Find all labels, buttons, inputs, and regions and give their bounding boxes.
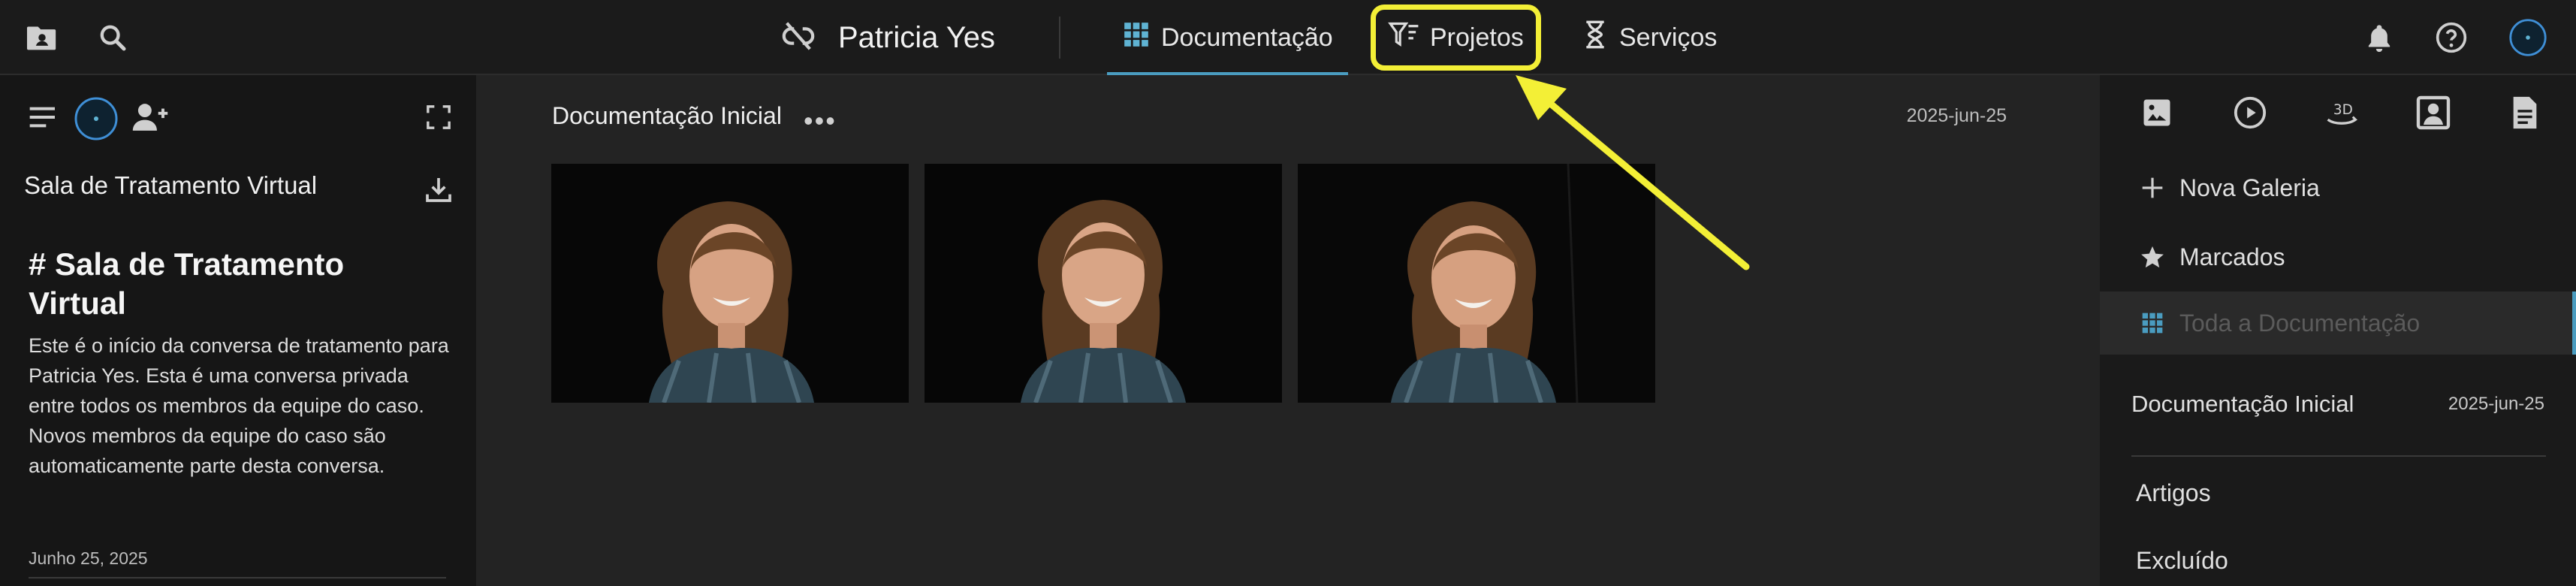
- conversation-intro: Este é o início da conversa de tratament…: [29, 334, 449, 477]
- tab-label: Serviços: [1619, 23, 1718, 52]
- video-icon[interactable]: [2228, 90, 2273, 135]
- date-separator: Junho 25, 2025: [29, 548, 148, 568]
- patient-name: Patricia Yes: [838, 20, 996, 54]
- download-icon[interactable]: [419, 170, 458, 209]
- avatar[interactable]: [2508, 18, 2547, 57]
- gallery-title: Documentação Inicial: [552, 102, 782, 129]
- tab-label: Projetos: [1430, 23, 1524, 52]
- star-icon: [2137, 242, 2167, 272]
- patient-photo-3[interactable]: [1298, 164, 1655, 403]
- tab-documentacao[interactable]: Documentação: [1107, 0, 1348, 75]
- starred-item[interactable]: Marcados: [2100, 225, 2576, 288]
- more-options-icon[interactable]: •••: [804, 105, 837, 137]
- divider: [2131, 455, 2546, 457]
- patient-photo-2[interactable]: [925, 164, 1282, 403]
- room-title: Sala de Tratamento Virtual: [24, 171, 318, 199]
- conversation-heading: # Sala de Tratamento Virtual: [29, 246, 345, 321]
- 3d-icon[interactable]: 3D: [2319, 90, 2364, 135]
- media-type-toolbar: 3D: [2100, 90, 2576, 138]
- patient-folder-icon[interactable]: [23, 18, 62, 57]
- gallery-main: Documentação Inicial ••• 2025-jun-25: [476, 75, 2100, 586]
- add-member-icon[interactable]: [129, 96, 171, 138]
- new-gallery-label: Nova Galeria: [2179, 174, 2320, 201]
- header-divider: [1059, 17, 1060, 59]
- help-icon[interactable]: [2432, 18, 2471, 57]
- search-icon[interactable]: [93, 18, 132, 57]
- document-icon[interactable]: [2502, 90, 2547, 135]
- deleted-link[interactable]: Excluído: [2136, 547, 2228, 575]
- filter-tooth-icon: [1388, 20, 1419, 56]
- portrait-icon[interactable]: [2411, 90, 2456, 135]
- grid-icon: [1122, 20, 1151, 56]
- menu-icon[interactable]: [23, 96, 65, 138]
- image-icon[interactable]: [2134, 90, 2179, 135]
- grid-icon: [2137, 308, 2167, 338]
- starred-label: Marcados: [2179, 243, 2285, 270]
- top-bar: Patricia Yes Documentação Projetos Servi…: [0, 0, 2576, 75]
- patient-header: Patricia Yes: [781, 17, 995, 59]
- tab-projetos[interactable]: Projetos: [1371, 5, 1541, 71]
- gallery-entry-date: 2025-jun-25: [2448, 394, 2544, 414]
- fullscreen-icon[interactable]: [418, 96, 460, 138]
- gallery-date: 2025-jun-25: [1906, 105, 2007, 126]
- tab-label: Documentação: [1161, 23, 1333, 52]
- documentation-sidebar: 3D Nova Galeria Marcados Toda a Document…: [2100, 75, 2576, 586]
- bell-icon[interactable]: [2360, 18, 2399, 57]
- plus-icon: [2137, 173, 2167, 203]
- hourglass-icon: [1582, 20, 1609, 56]
- unlink-icon[interactable]: [781, 19, 816, 57]
- chat-toolbar: [27, 96, 455, 141]
- all-documentation-label: Toda a Documentação: [2179, 309, 2421, 337]
- chat-panel: Sala de Tratamento Virtual # Sala de Tra…: [0, 75, 476, 586]
- member-avatar[interactable]: [74, 96, 119, 141]
- divider: [29, 577, 446, 578]
- svg-text:3D: 3D: [2333, 102, 2353, 118]
- patient-photo-1[interactable]: [551, 164, 909, 403]
- new-gallery-button[interactable]: Nova Galeria: [2100, 156, 2576, 219]
- all-documentation-item[interactable]: Toda a Documentação: [2100, 291, 2576, 355]
- tab-servicos[interactable]: Serviços: [1577, 0, 1721, 75]
- articles-link[interactable]: Artigos: [2136, 479, 2211, 507]
